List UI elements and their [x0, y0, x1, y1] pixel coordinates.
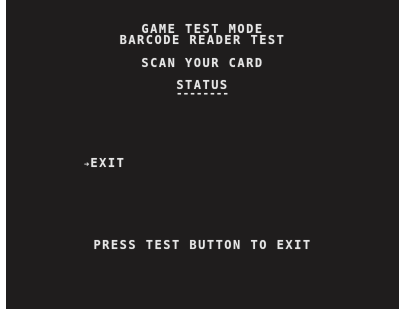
scan-card-instruction: SCAN YOUR CARD: [141, 56, 264, 70]
menu-item-exit[interactable]: ➔EXIT: [84, 157, 125, 172]
arrow-cursor-icon: ➔: [84, 160, 90, 170]
press-test-button-footer: PRESS TEST BUTTON TO EXIT: [93, 238, 312, 252]
status-value: --------: [176, 87, 229, 100]
menu-item-exit-label: EXIT: [90, 156, 126, 170]
barcode-reader-test-title: BARCODE READER TEST: [119, 33, 286, 47]
game-screen: GAME TEST MODE BARCODE READER TEST SCAN …: [6, 0, 399, 309]
